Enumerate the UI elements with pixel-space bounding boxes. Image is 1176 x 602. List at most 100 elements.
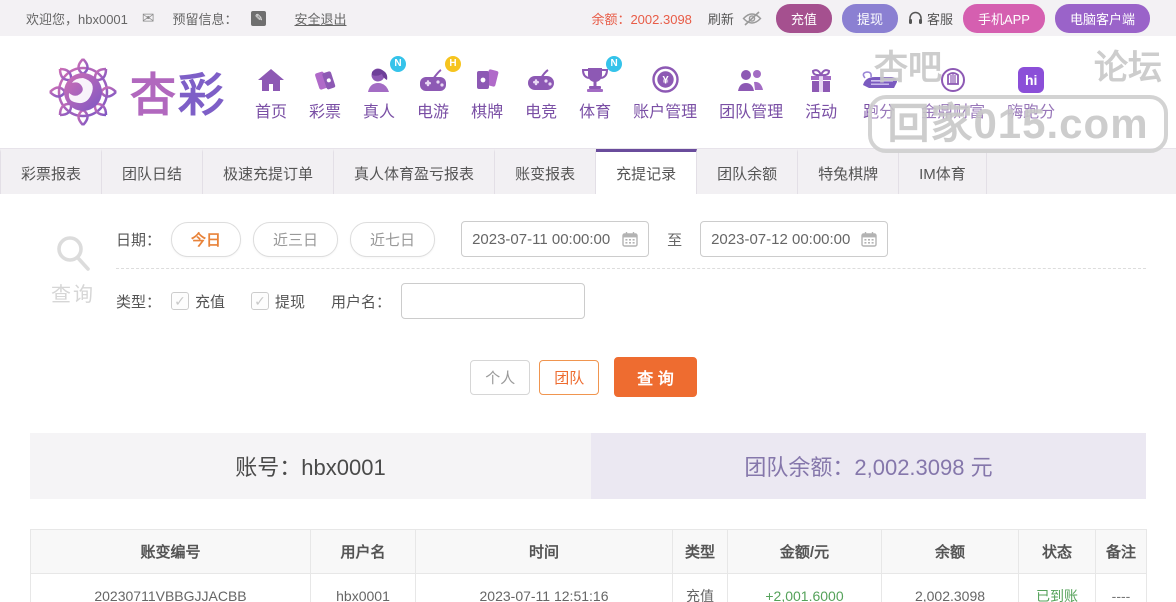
customer-service-link[interactable]: 客服 <box>908 9 953 28</box>
nav-item-jinding-wealth[interactable]: 金鼎财富 <box>921 63 985 122</box>
preset-7days-button[interactable]: 近七日 <box>350 221 436 257</box>
refresh-link[interactable]: 刷新 <box>708 9 734 28</box>
badge-n: N <box>606 55 623 72</box>
col-balance: 余额 <box>881 529 1019 574</box>
home-icon <box>257 63 285 93</box>
col-remark: 备注 <box>1095 529 1147 574</box>
service-label: 客服 <box>926 11 953 27</box>
action-buttons: 个人 团队 查 询 <box>0 357 1176 397</box>
nav-item-egames[interactable]: H 电游 <box>417 55 462 122</box>
search-icon <box>57 236 90 271</box>
nav-item-home[interactable]: 首页 <box>255 63 287 122</box>
col-time: 时间 <box>415 529 673 574</box>
date-filter-row: 日期： 今日 近三日 近七日 至 <box>116 210 1146 268</box>
nav-item-esports[interactable]: 电竞 <box>525 63 557 122</box>
preset-3days-button[interactable]: 近三日 <box>253 221 339 257</box>
search-glyph-block: 查询 <box>30 210 116 333</box>
site-logo[interactable]: 杏彩 <box>44 53 226 131</box>
esports-gamepad-icon <box>526 63 556 93</box>
tab-live-sports-pnl[interactable]: 真人体育盈亏报表 <box>334 149 496 194</box>
cell-status: 已到账 <box>1018 573 1096 602</box>
gift-icon <box>808 63 834 93</box>
team-balance-summary: 团队余额：2,002.3098 元 <box>591 433 1146 499</box>
type-filter-row: 类型： 充值 提现 用户名： <box>116 269 1146 333</box>
username-label: 用户名： <box>331 293 392 311</box>
cell-balance: 2,002.3098 <box>881 573 1019 602</box>
person-icon: N <box>365 55 407 93</box>
col-type: 类型 <box>672 529 728 574</box>
withdraw-checkbox-label: 提现 <box>275 293 306 311</box>
yen-coin-icon: ¥ <box>651 63 679 93</box>
svg-text:¥: ¥ <box>662 74 669 86</box>
withdraw-button[interactable]: 提现 <box>841 3 898 33</box>
topbar: 欢迎您，hbx0001 ✉ 预留信息： ✎ 安全退出 余额：2002.3098 … <box>0 0 1176 36</box>
edit-icon[interactable]: ✎ <box>251 10 267 26</box>
deposit-checkbox[interactable] <box>171 292 190 310</box>
personal-button[interactable]: 个人 <box>470 359 531 395</box>
eye-off-icon[interactable] <box>742 10 762 26</box>
gamepad-icon: H <box>418 55 462 93</box>
cell-amount: +2,001.6000 <box>727 573 882 602</box>
date-from-field[interactable] <box>461 221 650 257</box>
hi-app-icon: hi <box>1018 63 1045 93</box>
nav-item-account-mgmt[interactable]: ¥ 账户管理 <box>633 63 697 122</box>
rhino-icon <box>859 63 899 93</box>
tab-im-sports[interactable]: IM体育 <box>899 149 987 194</box>
nav-item-hi-paofen[interactable]: hi 嗨跑分 <box>1007 63 1055 122</box>
harp-icon <box>940 63 966 93</box>
to-label: 至 <box>667 231 683 249</box>
nav-item-live[interactable]: N 真人 <box>363 55 407 122</box>
calendar-icon <box>622 232 638 247</box>
summary-bar: 账号：hbx0001 团队余额：2,002.3098 元 <box>30 433 1146 499</box>
preset-today-button[interactable]: 今日 <box>171 221 242 257</box>
deposit-button[interactable]: 充值 <box>775 3 832 33</box>
mobile-app-button[interactable]: 手机APP <box>962 3 1045 33</box>
tab-account-changes[interactable]: 账变报表 <box>495 149 597 194</box>
ticket-icon <box>312 63 338 93</box>
withdraw-checkbox[interactable] <box>251 292 270 310</box>
mail-icon[interactable]: ✉ <box>142 9 155 27</box>
tab-deposit-withdraw-records[interactable]: 充提记录 <box>596 149 698 194</box>
nav-item-team-mgmt[interactable]: 团队管理 <box>719 63 783 122</box>
tab-fast-orders[interactable]: 极速充提订单 <box>203 149 335 194</box>
cell-username: hbx0001 <box>310 573 416 602</box>
cell-change-id: 20230711VBBGJJACBB <box>30 573 311 602</box>
logout-link[interactable]: 安全退出 <box>294 9 346 28</box>
username-input[interactable] <box>401 283 586 319</box>
date-to-field[interactable] <box>700 221 889 257</box>
nav-item-sports[interactable]: N 体育 <box>579 55 623 122</box>
nav-item-promotions[interactable]: 活动 <box>805 63 837 122</box>
site-header: 杏彩 首页 彩票 N 真人 H 电游 棋牌 电竞 N 体育 ¥ 账户管理 团队管… <box>0 36 1176 154</box>
nav-item-lottery[interactable]: 彩票 <box>309 63 341 122</box>
pc-client-button[interactable]: 电脑客户端 <box>1054 3 1150 33</box>
team-icon <box>736 63 766 93</box>
calendar-icon <box>861 232 877 247</box>
cards-icon <box>474 63 500 93</box>
headset-icon <box>908 11 922 24</box>
tab-tetu-chess[interactable]: 特兔棋牌 <box>798 149 900 194</box>
date-to-input[interactable] <box>711 230 862 248</box>
main-nav: 首页 彩票 N 真人 H 电游 棋牌 电竞 N 体育 ¥ 账户管理 团队管理 活… <box>244 55 1066 122</box>
tab-team-daily[interactable]: 团队日结 <box>102 149 204 194</box>
table-header-row: 账变编号 用户名 时间 类型 金额/元 余额 状态 备注 <box>30 529 1147 574</box>
cell-time: 2023-07-11 12:51:16 <box>415 573 673 602</box>
welcome-text: 欢迎您，hbx0001 <box>26 11 128 27</box>
team-button[interactable]: 团队 <box>539 359 600 395</box>
tab-lottery-report[interactable]: 彩票报表 <box>0 149 103 194</box>
logo-flower-icon <box>49 58 117 126</box>
table-row: 20230711VBBGJJACBB hbx0001 2023-07-11 12… <box>30 573 1147 602</box>
cell-type: 充值 <box>672 573 728 602</box>
date-from-input[interactable] <box>472 230 623 248</box>
col-status: 状态 <box>1018 529 1096 574</box>
date-label: 日期： <box>116 231 162 249</box>
report-tabs: 彩票报表 团队日结 极速充提订单 真人体育盈亏报表 账变报表 充提记录 团队余额… <box>0 148 1176 194</box>
watermark-right: 论坛 <box>1094 49 1162 87</box>
search-glyph-label: 查询 <box>51 284 95 306</box>
tab-team-balance[interactable]: 团队余额 <box>697 149 799 194</box>
nav-item-cards[interactable]: 棋牌 <box>471 63 503 122</box>
query-button[interactable]: 查 询 <box>614 357 697 397</box>
filter-panel: 查询 日期： 今日 近三日 近七日 至 类型： 充值 提现 用户名： <box>0 194 1176 341</box>
logo-text: 杏彩 <box>130 69 226 121</box>
nav-item-paofen[interactable]: 跑分 <box>859 63 899 122</box>
col-amount: 金额/元 <box>727 529 882 574</box>
